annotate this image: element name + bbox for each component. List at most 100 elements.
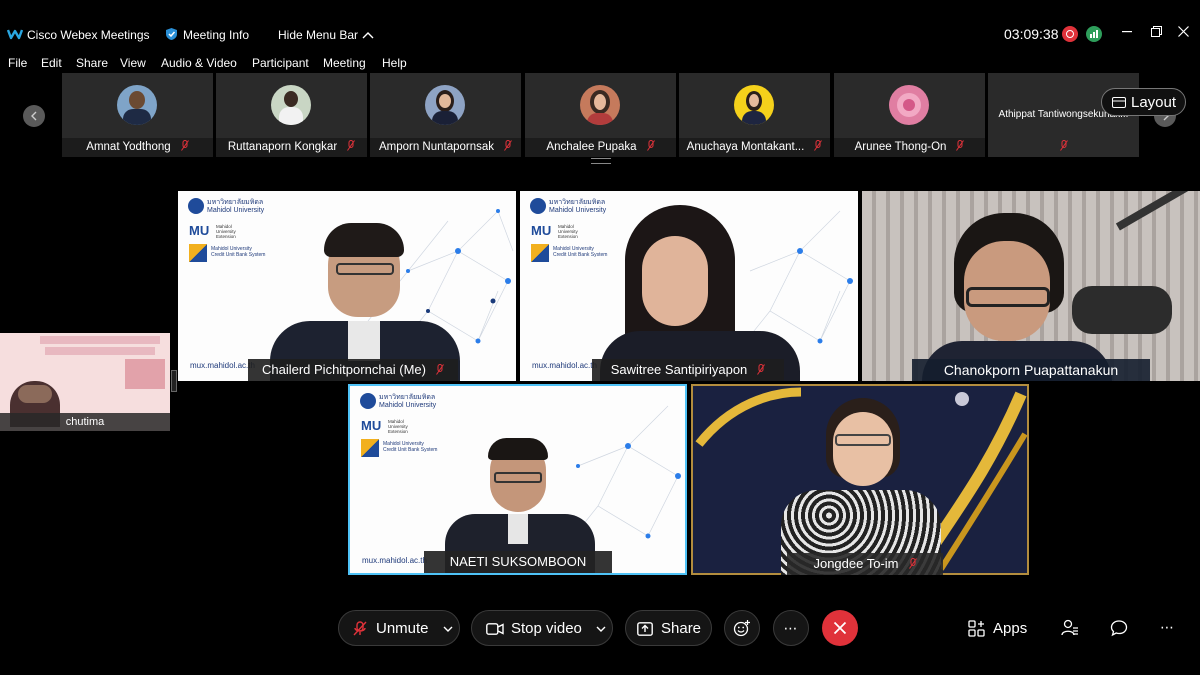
mux-text-block: Mahidol University Extension — [216, 224, 236, 239]
participant-name: Amnat Yodthong — [86, 141, 171, 153]
shield-icon — [166, 28, 177, 40]
credit-bank-logo-icon — [531, 244, 549, 262]
participant-thumbnail[interactable]: Anuchaya Montakant... — [679, 73, 830, 157]
apps-label: Apps — [993, 620, 1028, 637]
mahidol-seal-icon — [188, 198, 204, 214]
more-panels-icon[interactable]: ⋯ — [1160, 619, 1174, 636]
credit-bank-text: Mahidol University Credit Unit Bank Syste… — [553, 246, 607, 258]
apps-button[interactable]: Apps — [966, 616, 1030, 642]
site-url: mux.mahidol.ac.th — [362, 556, 427, 565]
avatar — [580, 85, 620, 125]
mic-muted-icon — [347, 140, 356, 151]
thai-name: มหาวิทยาลัยมหิดล — [207, 199, 264, 206]
menu-file[interactable]: File — [8, 56, 27, 70]
avatar — [734, 85, 774, 125]
share-button[interactable]: Share — [625, 610, 712, 646]
mic-muted-icon — [353, 621, 367, 636]
more-options-button[interactable]: ⋯ — [773, 610, 809, 646]
unmute-label: Unmute — [376, 620, 429, 637]
video-tile-chutima[interactable]: chutima — [0, 333, 170, 431]
university-name-block: มหาวิทยาลัยมหิดล Mahidol University — [379, 394, 436, 410]
mahidol-seal-icon — [530, 198, 546, 214]
layout-button[interactable]: Layout — [1101, 88, 1186, 116]
scroll-left-button[interactable] — [23, 105, 45, 127]
video-tile-chailerd[interactable]: มหาวิทยาลัยมหิดล Mahidol University MU Ma… — [178, 191, 516, 381]
menu-help[interactable]: Help — [382, 56, 407, 70]
layout-icon — [1112, 97, 1126, 108]
chevron-up-icon — [362, 32, 374, 39]
stop-video-label: Stop video — [511, 620, 582, 637]
microphone-icon — [1072, 286, 1172, 334]
thumbnail-label: Ruttanaporn Kongkar — [216, 138, 367, 157]
resize-handle[interactable] — [171, 370, 177, 392]
person-face — [642, 236, 708, 326]
menu-edit[interactable]: Edit — [41, 56, 62, 70]
person-face — [833, 412, 893, 486]
thumbnail-label: Anchalee Pupaka — [525, 138, 676, 157]
rose-avatar — [889, 85, 929, 125]
mux-line: Extension — [558, 234, 578, 239]
mu-logo: MU — [361, 418, 382, 433]
site-url: mux.mahidol.ac.th — [532, 361, 597, 370]
university-name: Mahidol University — [207, 207, 265, 214]
title-bar: Cisco Webex Meetings Meeting Info Hide M… — [0, 0, 1200, 52]
menu-meeting[interactable]: Meeting — [323, 56, 366, 70]
participant-name: Amporn Nuntapornsak — [378, 141, 495, 153]
webex-logo-icon — [7, 29, 23, 40]
hide-menu-bar-label: Hide Menu Bar — [278, 28, 359, 42]
unmute-button[interactable]: Unmute — [338, 610, 460, 646]
video-tile-chanokporn[interactable]: Chanokporn Puapattanakun — [862, 191, 1200, 381]
chat-icon[interactable] — [1110, 619, 1128, 637]
share-label: Share — [661, 620, 702, 637]
participant-thumbnail[interactable]: Ruttanaporn Kongkar — [216, 73, 367, 157]
minimize-icon[interactable] — [1122, 31, 1132, 33]
menu-view[interactable]: View — [120, 56, 146, 70]
hide-menu-bar-button[interactable]: Hide Menu Bar — [278, 26, 378, 44]
credit-bank-logo-icon — [189, 244, 207, 262]
photo-collage-icon — [125, 359, 165, 389]
banner-text-icon — [45, 347, 155, 355]
mic-muted-icon — [814, 140, 823, 151]
meeting-info-label: Meeting Info — [183, 28, 250, 42]
network-health-icon[interactable] — [1086, 26, 1102, 42]
chevron-down-icon[interactable] — [596, 626, 606, 633]
participant-thumbnail[interactable]: Anchalee Pupaka — [525, 73, 676, 157]
name-label: Chailerd Pichitpornchai (Me) — [248, 359, 458, 381]
participant-thumbnail[interactable]: Amnat Yodthong — [62, 73, 213, 157]
smiley-icon — [733, 620, 750, 637]
mic-muted-icon — [1059, 140, 1068, 151]
recording-icon[interactable] — [1062, 26, 1078, 42]
apps-icon — [968, 620, 985, 637]
avatar — [117, 85, 157, 125]
menu-audio-video[interactable]: Audio & Video — [161, 56, 237, 70]
stop-video-button[interactable]: Stop video — [471, 610, 613, 646]
video-tile-jongdee[interactable]: Jongdee To-im — [691, 384, 1029, 575]
participant-name: Jongdee To-im — [813, 556, 899, 571]
share-screen-icon — [637, 622, 653, 636]
chevron-left-icon — [31, 111, 37, 121]
thumbnail-label: Amnat Yodthong — [62, 138, 213, 157]
mux-line: Extension — [388, 429, 408, 434]
end-meeting-button[interactable] — [822, 610, 858, 646]
video-tile-sawitree[interactable]: มหาวิทยาลัยมหิดล Mahidol University MU Ma… — [520, 191, 858, 381]
video-tile-naeti-active-speaker[interactable]: มหาวิทยาลัยมหิดล Mahidol University MU Ma… — [348, 384, 687, 575]
participant-name: Chailerd Pichitpornchai (Me) — [261, 362, 426, 377]
thumbnail-label: Anuchaya Montakant... — [679, 138, 830, 157]
chevron-down-icon[interactable] — [443, 626, 453, 633]
restore-icon[interactable] — [1151, 26, 1162, 37]
participant-thumbnail[interactable]: Amporn Nuntapornsak — [370, 73, 521, 157]
menu-share[interactable]: Share — [76, 56, 108, 70]
mux-line: Extension — [216, 234, 236, 239]
mu-logo: MU — [531, 223, 552, 238]
reactions-button[interactable] — [724, 610, 760, 646]
participant-name: chutima — [0, 413, 170, 431]
resize-handle[interactable] — [591, 158, 611, 164]
close-window-icon[interactable] — [1178, 26, 1189, 37]
thumbnail-label — [988, 138, 1139, 157]
participants-icon[interactable] — [1061, 619, 1079, 637]
app-title: Cisco Webex Meetings — [27, 28, 150, 42]
thumbnail-label: Amporn Nuntapornsak — [370, 138, 521, 157]
menu-participant[interactable]: Participant — [252, 56, 309, 70]
mu-logo: MU — [189, 223, 210, 238]
participant-thumbnail[interactable]: Arunee Thong-On — [834, 73, 985, 157]
